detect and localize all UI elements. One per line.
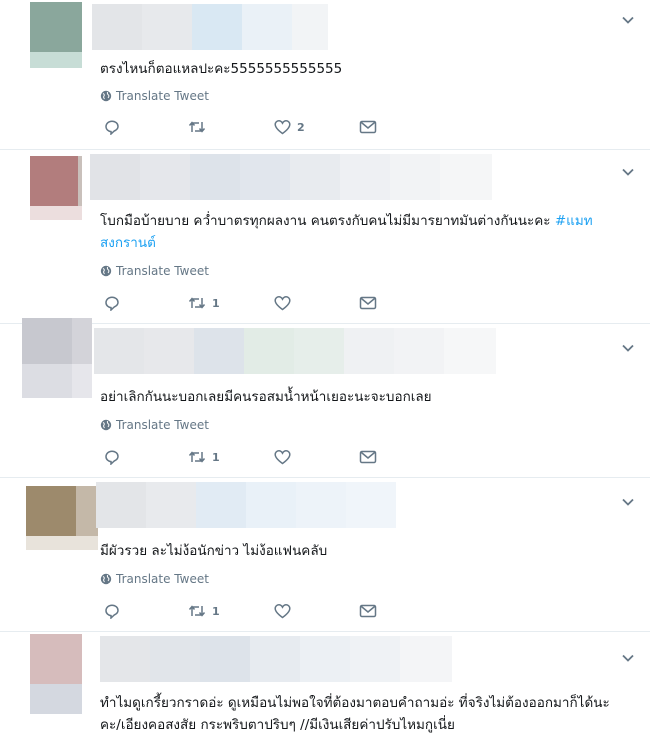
reply-button[interactable] — [104, 603, 126, 619]
reply-icon — [105, 120, 119, 135]
retweet-icon — [188, 605, 206, 617]
envelope-icon — [359, 604, 377, 618]
blurred-username[interactable] — [94, 328, 496, 374]
chevron-down-icon[interactable] — [620, 12, 636, 28]
blurred-username[interactable] — [100, 636, 452, 682]
tweet-actions: 1 — [100, 295, 400, 317]
translate-label: Translate Tweet — [116, 572, 209, 586]
tweet-2[interactable]: โบกมือบ้ายบาย คว่ำบาตรทุกผลงาน คนตรงกับค… — [0, 150, 650, 324]
dm-button[interactable] — [359, 603, 377, 619]
tweet-text: อย่าเลิกกันนะบอกเลยมีคนรอสมน้ำหน้าเยอะนะ… — [100, 389, 432, 405]
like-button[interactable] — [274, 449, 297, 465]
envelope-icon — [359, 450, 377, 464]
reply-button[interactable] — [104, 295, 126, 311]
retweet-button[interactable] — [188, 119, 212, 135]
retweet-count: 1 — [212, 604, 220, 618]
globe-icon — [100, 419, 112, 431]
translate-tweet-link[interactable]: Translate Tweet — [100, 418, 209, 432]
avatar[interactable] — [30, 156, 82, 220]
heart-icon — [274, 450, 291, 465]
tweet-text: ตรงไหนก็ตอแหลปะคะ5555555555555 — [100, 61, 343, 77]
like-button[interactable] — [274, 295, 297, 311]
dm-button[interactable] — [359, 119, 377, 135]
retweet-button[interactable]: 1 — [188, 449, 220, 465]
avatar[interactable] — [22, 318, 94, 404]
translate-tweet-link[interactable]: Translate Tweet — [100, 264, 209, 278]
retweet-button[interactable]: 1 — [188, 603, 220, 619]
like-count: 2 — [297, 120, 305, 134]
tweet-text: มีผัวรวย ละไม่ง้อนักข่าว ไม่ง้อแฟนคลับ — [100, 543, 328, 559]
translate-tweet-link[interactable]: Translate Tweet — [100, 572, 209, 586]
avatar[interactable] — [26, 486, 98, 550]
chevron-down-icon[interactable] — [620, 650, 636, 666]
tweet-1[interactable]: ตรงไหนก็ตอแหลปะคะ5555555555555 Translate… — [0, 0, 650, 150]
tweet-text: โบกมือบ้ายบาย คว่ำบาตรทุกผลงาน คนตรงกับค… — [100, 210, 620, 254]
translate-label: Translate Tweet — [116, 89, 209, 103]
envelope-icon — [359, 120, 377, 134]
reply-icon — [105, 604, 119, 619]
tweet-3[interactable]: อย่าเลิกกันนะบอกเลยมีคนรอสมน้ำหน้าเยอะนะ… — [0, 318, 650, 478]
chevron-down-icon[interactable] — [620, 164, 636, 180]
reply-button[interactable] — [104, 119, 126, 135]
tweet-actions: 2 — [100, 119, 400, 141]
heart-icon — [274, 120, 291, 135]
chevron-down-icon[interactable] — [620, 340, 636, 356]
avatar[interactable] — [30, 634, 82, 714]
retweet-count: 1 — [212, 296, 220, 310]
heart-icon — [274, 296, 291, 311]
globe-icon — [100, 265, 112, 277]
avatar[interactable] — [30, 2, 82, 68]
tweet-4[interactable]: มีผัวรวย ละไม่ง้อนักข่าว ไม่ง้อแฟนคลับ T… — [0, 478, 650, 632]
retweet-button[interactable]: 1 — [188, 295, 220, 311]
dm-button[interactable] — [359, 449, 377, 465]
translate-tweet-link[interactable]: Translate Tweet — [100, 89, 209, 103]
blurred-username[interactable] — [92, 4, 328, 50]
tweet-5[interactable]: ทำไมดูเกรี้ยวกราดอ่ะ ดูเหมือนไม่พอใจที่ต… — [0, 632, 650, 743]
tweet-text-body: โบกมือบ้ายบาย คว่ำบาตรทุกผลงาน คนตรงกับค… — [100, 213, 555, 229]
heart-icon — [274, 604, 291, 619]
reply-icon — [105, 450, 119, 465]
chevron-down-icon[interactable] — [620, 494, 636, 510]
tweet-actions: 1 — [100, 603, 400, 625]
dm-button[interactable] — [359, 295, 377, 311]
like-button[interactable]: 2 — [274, 119, 305, 135]
retweet-count: 1 — [212, 450, 220, 464]
retweet-icon — [188, 297, 206, 309]
blurred-username[interactable] — [96, 482, 396, 528]
like-button[interactable] — [274, 603, 297, 619]
reply-button[interactable] — [104, 449, 126, 465]
tweet-actions: 1 — [100, 449, 400, 471]
reply-icon — [105, 296, 119, 311]
blurred-username[interactable] — [90, 154, 492, 200]
globe-icon — [100, 90, 112, 102]
translate-label: Translate Tweet — [116, 264, 209, 278]
tweet-text: ทำไมดูเกรี้ยวกราดอ่ะ ดูเหมือนไม่พอใจที่ต… — [100, 695, 610, 733]
translate-label: Translate Tweet — [116, 418, 209, 432]
retweet-icon — [188, 451, 206, 463]
retweet-icon — [188, 121, 206, 133]
envelope-icon — [359, 296, 377, 310]
globe-icon — [100, 573, 112, 585]
